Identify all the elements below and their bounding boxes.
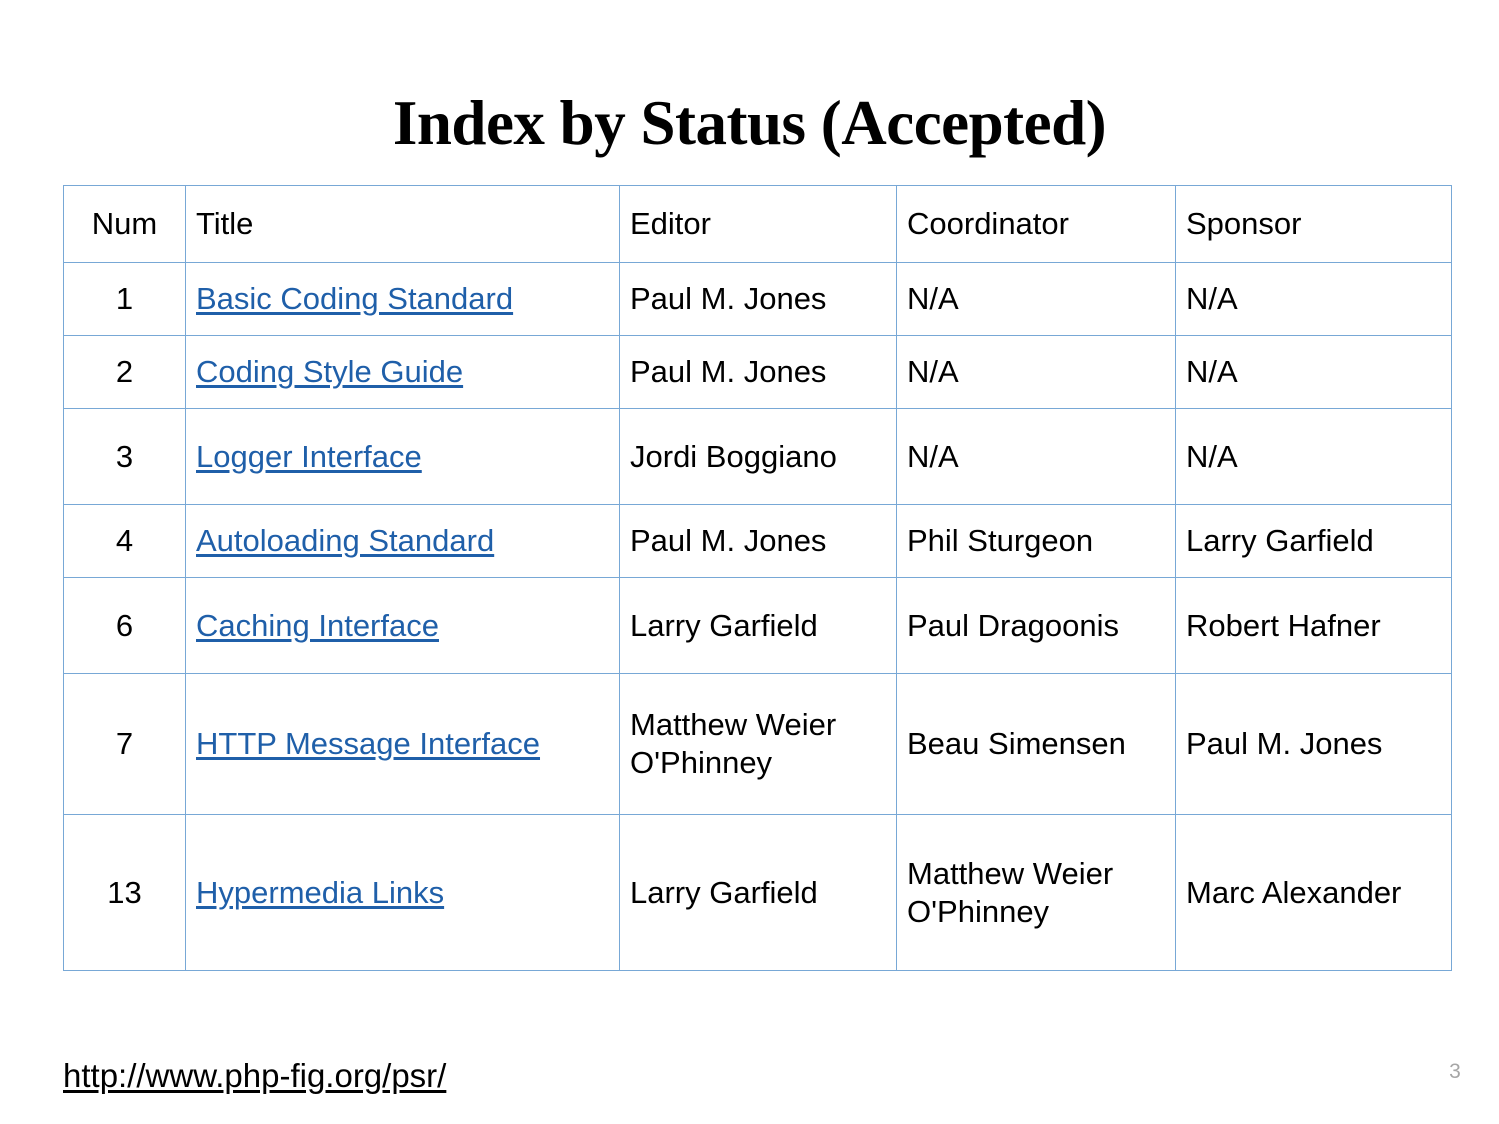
psr-index-table: Num Title Editor Coordinator Sponsor 1 B… xyxy=(63,185,1452,971)
slide-canvas: Index by Status (Accepted) Num Title Edi… xyxy=(0,0,1499,1124)
table-header-row: Num Title Editor Coordinator Sponsor xyxy=(63,185,1452,263)
cell-editor: Paul M. Jones xyxy=(619,335,897,409)
table-row: 13 Hypermedia Links Larry Garfield Matth… xyxy=(63,814,1452,971)
cell-title: Coding Style Guide xyxy=(185,335,620,409)
cell-sponsor: Robert Hafner xyxy=(1175,577,1452,674)
cell-num: 13 xyxy=(63,814,186,971)
table-row: 2 Coding Style Guide Paul M. Jones N/A N… xyxy=(63,335,1452,409)
cell-sponsor: Marc Alexander xyxy=(1175,814,1452,971)
cell-title: Logger Interface xyxy=(185,408,620,505)
page-title: Index by Status (Accepted) xyxy=(392,88,1107,158)
cell-editor: Larry Garfield xyxy=(619,814,897,971)
table-row: 4 Autoloading Standard Paul M. Jones Phi… xyxy=(63,504,1452,578)
column-header-num: Num xyxy=(63,185,186,263)
cell-title: Caching Interface xyxy=(185,577,620,674)
cell-editor: Jordi Boggiano xyxy=(619,408,897,505)
cell-num: 4 xyxy=(63,504,186,578)
cell-editor: Paul M. Jones xyxy=(619,504,897,578)
column-header-title: Title xyxy=(185,185,620,263)
table-header: Num Title Editor Coordinator Sponsor xyxy=(63,185,1452,263)
cell-editor: Paul M. Jones xyxy=(619,262,897,336)
table-row: 6 Caching Interface Larry Garfield Paul … xyxy=(63,577,1452,674)
psr-title-link[interactable]: HTTP Message Interface xyxy=(196,726,540,761)
column-header-editor: Editor xyxy=(619,185,897,263)
cell-title: HTTP Message Interface xyxy=(185,673,620,815)
psr-title-link[interactable]: Autoloading Standard xyxy=(196,523,494,558)
cell-coordinator: Matthew Weier O'Phinney xyxy=(896,814,1176,971)
cell-title: Autoloading Standard xyxy=(185,504,620,578)
cell-editor: Larry Garfield xyxy=(619,577,897,674)
column-header-sponsor: Sponsor xyxy=(1175,185,1452,263)
cell-coordinator: N/A xyxy=(896,262,1176,336)
slide-page-number: 3 xyxy=(1449,1060,1461,1083)
cell-num: 3 xyxy=(63,408,186,505)
table-row: 7 HTTP Message Interface Matthew Weier O… xyxy=(63,673,1452,815)
cell-num: 1 xyxy=(63,262,186,336)
cell-title: Basic Coding Standard xyxy=(185,262,620,336)
cell-editor: Matthew Weier O'Phinney xyxy=(619,673,897,815)
cell-sponsor: N/A xyxy=(1175,335,1452,409)
psr-title-link[interactable]: Caching Interface xyxy=(196,608,439,643)
cell-coordinator: Beau Simensen xyxy=(896,673,1176,815)
cell-coordinator: Paul Dragoonis xyxy=(896,577,1176,674)
cell-num: 7 xyxy=(63,673,186,815)
table-body: 1 Basic Coding Standard Paul M. Jones N/… xyxy=(63,262,1452,971)
column-header-coordinator: Coordinator xyxy=(896,185,1176,263)
psr-title-link[interactable]: Logger Interface xyxy=(196,439,422,474)
cell-sponsor: N/A xyxy=(1175,408,1452,505)
cell-sponsor: Paul M. Jones xyxy=(1175,673,1452,815)
cell-num: 6 xyxy=(63,577,186,674)
cell-num: 2 xyxy=(63,335,186,409)
cell-sponsor: N/A xyxy=(1175,262,1452,336)
psr-title-link[interactable]: Coding Style Guide xyxy=(196,354,463,389)
table-row: 1 Basic Coding Standard Paul M. Jones N/… xyxy=(63,262,1452,336)
cell-title: Hypermedia Links xyxy=(185,814,620,971)
psr-title-link[interactable]: Basic Coding Standard xyxy=(196,281,513,316)
table-row: 3 Logger Interface Jordi Boggiano N/A N/… xyxy=(63,408,1452,505)
cell-coordinator: N/A xyxy=(896,335,1176,409)
php-fig-psr-url-link[interactable]: http://www.php-fig.org/psr/ xyxy=(63,1056,446,1096)
cell-sponsor: Larry Garfield xyxy=(1175,504,1452,578)
cell-coordinator: Phil Sturgeon xyxy=(896,504,1176,578)
psr-title-link[interactable]: Hypermedia Links xyxy=(196,875,444,910)
cell-coordinator: N/A xyxy=(896,408,1176,505)
